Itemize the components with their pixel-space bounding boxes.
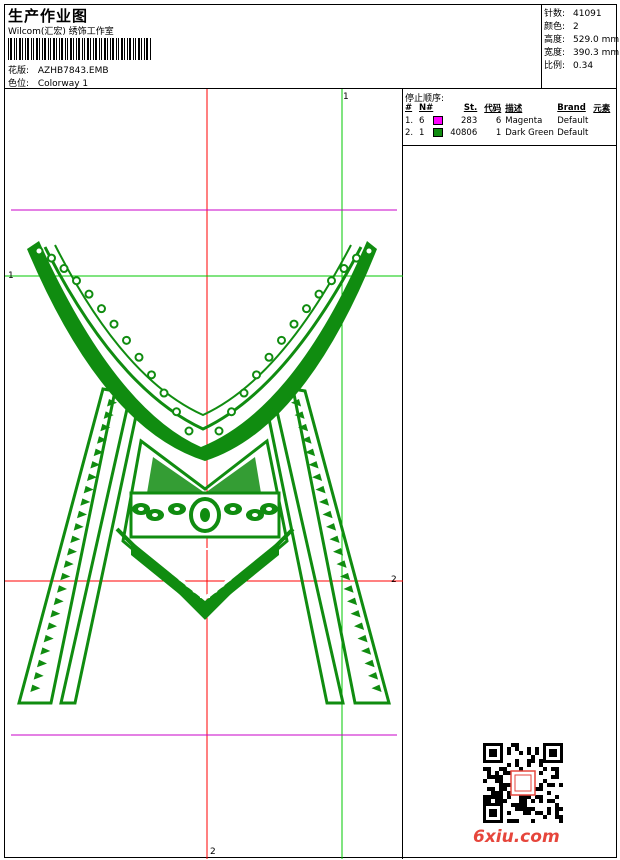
header-info: 生产作业图 Wilcom(汇宏) 绣饰工作室 花版: AZHB7843.EMB … — [5, 5, 541, 89]
row-description: Magenta — [505, 116, 543, 126]
pattern-row: 花版: AZHB7843.EMB — [8, 63, 109, 76]
stat-stitches-value: 41091 — [573, 9, 602, 19]
colorway-label: 色位: — [8, 79, 30, 89]
qr-code — [481, 741, 565, 825]
row-stitches: 283 — [461, 116, 478, 126]
colorway-value: Colorway 1 — [37, 79, 89, 89]
stat-width-value: 390.3 mm — [573, 48, 620, 58]
guide-label-v2: 2 — [210, 847, 216, 857]
row-brand: Default — [557, 128, 589, 138]
sheet-title: 生产作业图 — [8, 7, 89, 25]
color-swatch — [433, 128, 444, 137]
row-code: 6 — [495, 116, 502, 126]
col-code: 代码 — [484, 104, 502, 114]
col-needle: N# — [419, 103, 434, 113]
stat-height: 高度: 529.0 mm — [544, 32, 619, 45]
stat-colors: 颜色: 2 — [544, 19, 579, 32]
guide-label-h2: 2 — [391, 575, 397, 585]
row-needle: 1 — [419, 128, 425, 138]
col-number: # — [405, 103, 413, 113]
stats-box: 针数: 41091 颜色: 2 高度: 529.0 mm 宽度: 390.3 mm 比例… — [541, 5, 619, 89]
row-needle: 6 — [419, 116, 425, 126]
row-stitches: 40806 — [450, 128, 478, 138]
row-element — [593, 127, 616, 139]
guide-label-v1: 1 — [343, 92, 349, 102]
studio-name: Wilcom(汇宏) 绣饰工作室 — [8, 27, 114, 37]
row-number: 2. — [405, 128, 414, 138]
stop-sequence-panel: 停止顺序: # N# St. 代码 描述 Brand 元素 1. 6 283 6… — [403, 89, 616, 859]
col-stitches: St. — [463, 103, 478, 113]
pattern-label: 花版: — [8, 66, 30, 76]
design-canvas — [5, 89, 403, 859]
row-code: 1 — [495, 128, 502, 138]
color-swatch — [433, 116, 444, 125]
stat-height-label: 高度: — [544, 35, 566, 45]
stop-table-header: # N# St. 代码 描述 Brand 元素 — [403, 101, 616, 115]
stat-stitches-label: 针数: — [544, 9, 566, 19]
col-description: 描述 — [505, 104, 523, 114]
stat-height-value: 529.0 mm — [573, 35, 620, 45]
guide-label-h1: 1 — [8, 271, 14, 281]
col-swatch — [433, 101, 447, 115]
stat-colors-label: 颜色: — [544, 22, 566, 32]
design-preview: 1 1 2 2 — [5, 89, 403, 859]
stop-sequence-table: # N# St. 代码 描述 Brand 元素 1. 6 283 6 Magen… — [403, 101, 616, 139]
row-brand: Default — [557, 116, 589, 126]
row-element — [593, 115, 616, 127]
row-description: Dark Green — [505, 128, 554, 138]
watermark-logo: 6xiu.com — [473, 827, 560, 847]
stat-scale-label: 比例: — [544, 61, 566, 71]
col-brand: Brand — [557, 103, 586, 113]
stat-width-label: 宽度: — [544, 48, 566, 58]
table-row: 2. 1 40806 1 Dark Green Default — [403, 127, 616, 139]
embroidery-design — [17, 241, 391, 705]
stat-width: 宽度: 390.3 mm — [544, 45, 619, 58]
row-number: 1. — [405, 116, 414, 126]
barcode — [8, 38, 151, 60]
pattern-value: AZHB7843.EMB — [37, 66, 109, 76]
table-row: 1. 6 283 6 Magenta Default — [403, 115, 616, 127]
stat-scale: 比例: 0.34 — [544, 58, 593, 71]
colorway-row: 色位: Colorway 1 — [8, 76, 88, 89]
panel-divider — [403, 145, 616, 146]
stat-stitches: 针数: 41091 — [544, 6, 602, 19]
stat-colors-value: 2 — [573, 22, 579, 32]
stat-scale-value: 0.34 — [573, 61, 594, 71]
sheet-header: 生产作业图 Wilcom(汇宏) 绣饰工作室 花版: AZHB7843.EMB … — [5, 5, 619, 89]
col-element: 元素 — [593, 104, 611, 114]
production-sheet: 生产作业图 Wilcom(汇宏) 绣饰工作室 花版: AZHB7843.EMB … — [4, 4, 619, 859]
